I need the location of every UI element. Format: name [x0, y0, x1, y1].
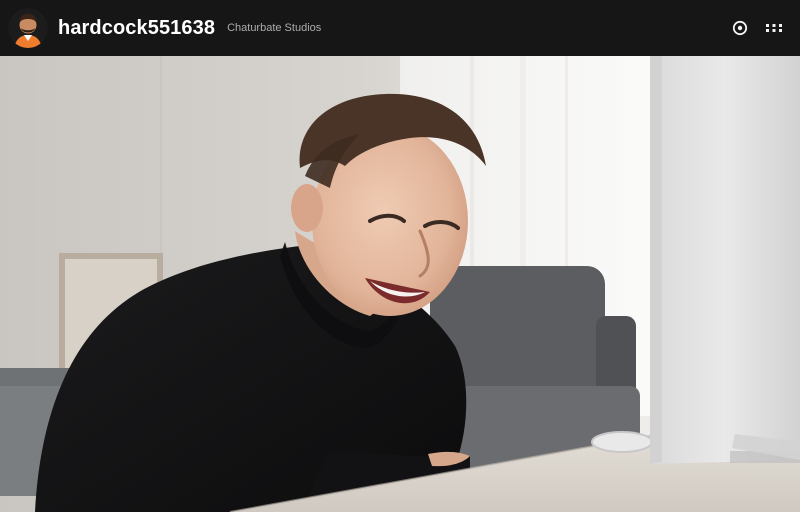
video-stream[interactable] — [0, 56, 800, 512]
username[interactable]: hardcock551638 — [58, 17, 215, 40]
more-options-button[interactable] — [760, 14, 788, 42]
app-window: hardcock551638 Chaturbate Studios — [0, 0, 800, 512]
avatar[interactable] — [8, 8, 48, 48]
top-bar: hardcock551638 Chaturbate Studios — [0, 0, 800, 56]
more-dots-icon — [766, 24, 782, 32]
stream-subtitle: Chaturbate Studios — [227, 22, 322, 34]
stream-frame-image — [0, 56, 800, 512]
avatar-illustration-icon — [8, 8, 48, 48]
camera-icon — [732, 20, 748, 36]
camera-button[interactable] — [726, 14, 754, 42]
